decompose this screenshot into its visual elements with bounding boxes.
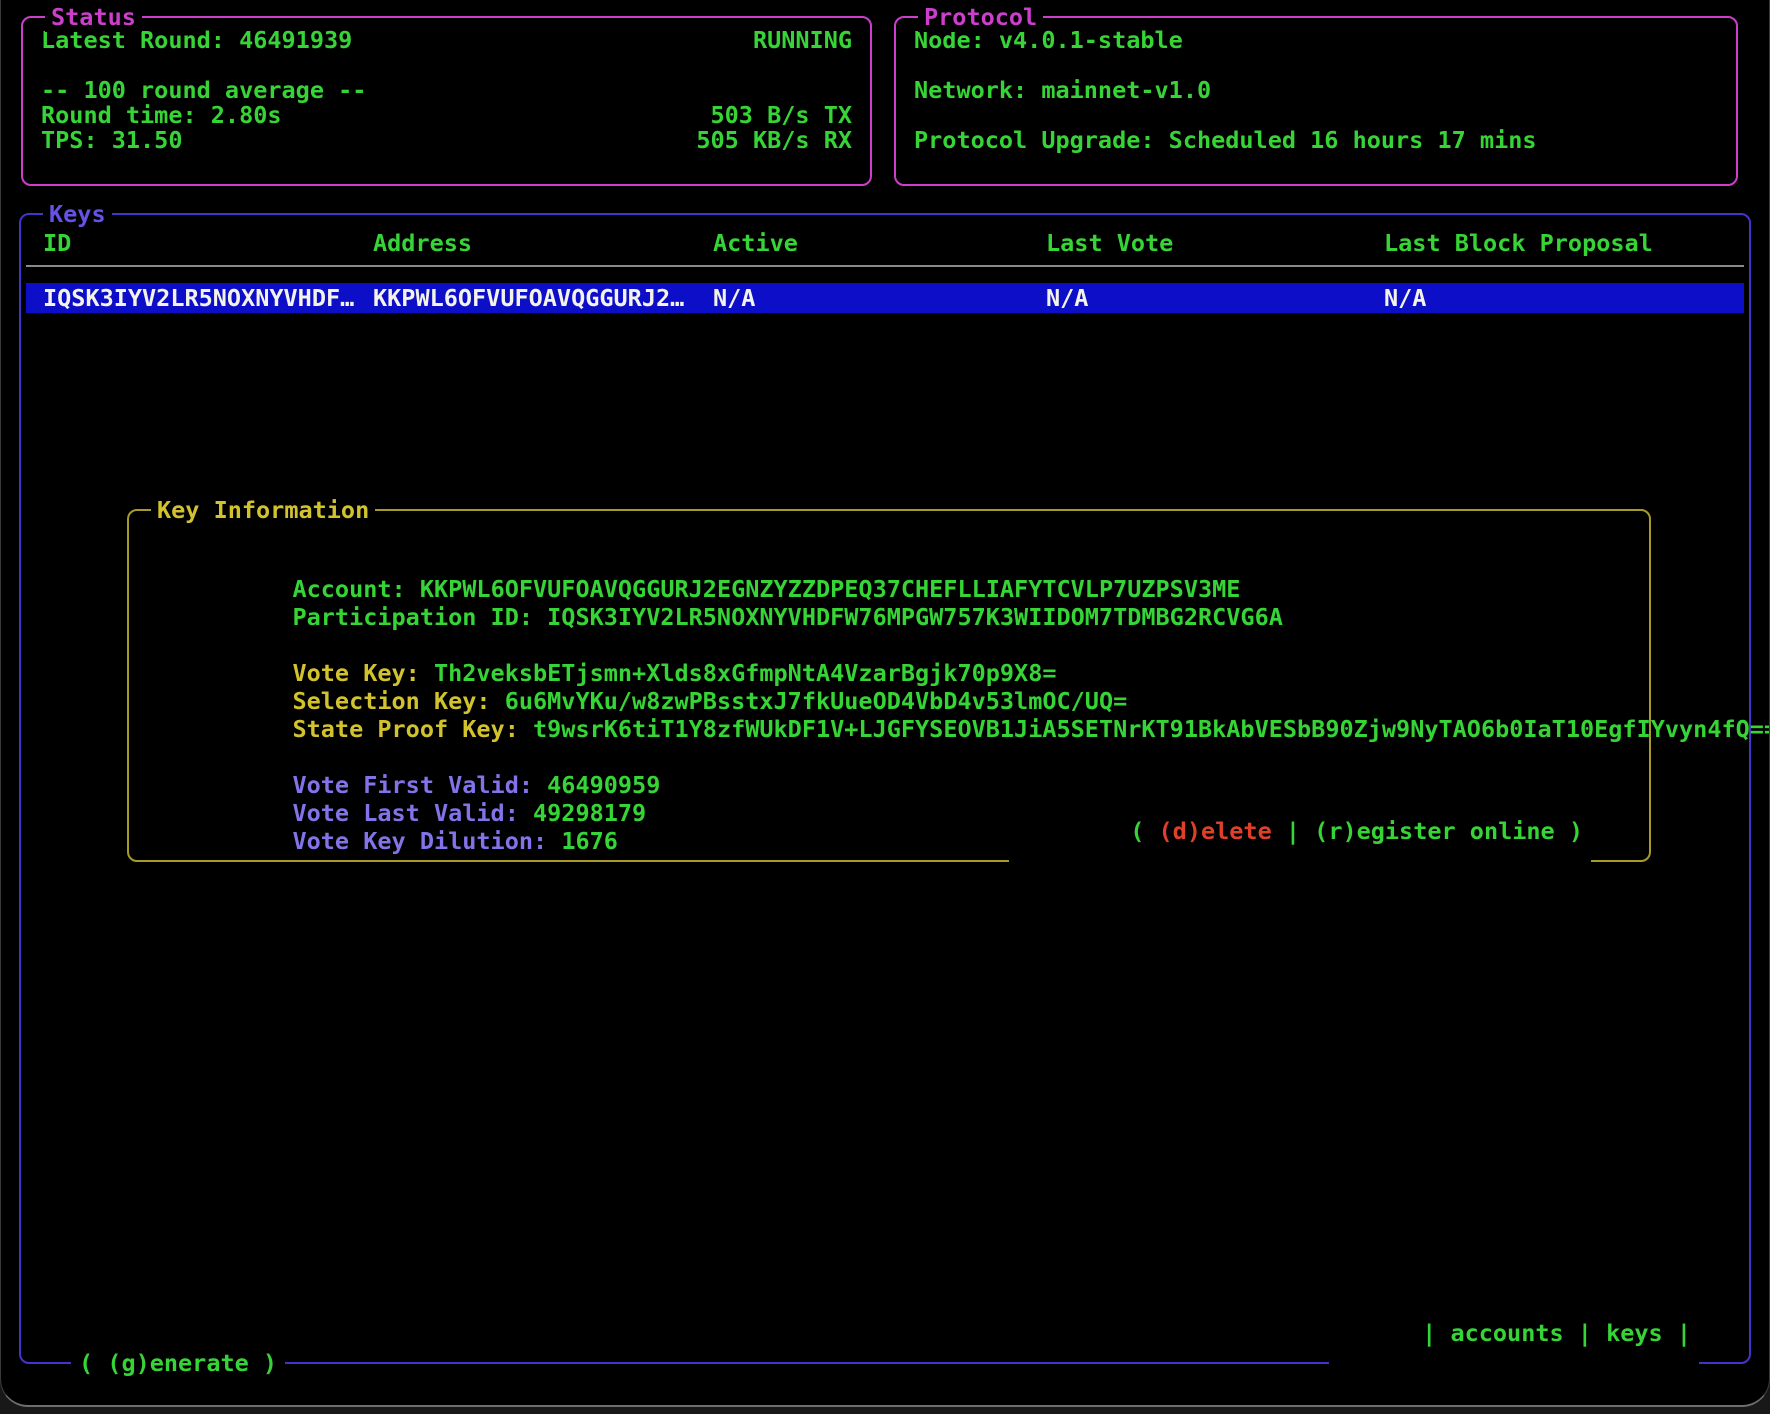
account-value: KKPWL6OFVUFOAVQGGURJ2EGNZYZZDPEQ37CHEFLL…: [420, 575, 1241, 603]
row-cell-last-vote: N/A: [1046, 285, 1384, 311]
key-table-row-selected[interactable]: IQSK3IYV2LR5NOXNYVHDF… KKPWL6OFVUFOAVQGG…: [26, 283, 1744, 313]
keys-tab[interactable]: keys: [1606, 1319, 1663, 1347]
selection-key-value: 6u6MvYKu/w8zwPBsstxJ7fkUueOD4VbD4v53lmOC…: [505, 687, 1128, 715]
status-spacer: [41, 53, 852, 78]
accounts-tab[interactable]: accounts: [1450, 1319, 1563, 1347]
protocol-panel: Protocol Node: v4.0.1-stable Network: ma…: [894, 16, 1738, 186]
column-header-last-block-proposal: Last Block Proposal: [1384, 230, 1745, 256]
keys-panel: Keys ID Address Active Last Vote Last Bl…: [19, 213, 1751, 1364]
table-separator: [26, 265, 1744, 267]
keys-table-header: ID Address Active Last Vote Last Block P…: [21, 215, 1749, 256]
actions-open-paren: (: [1130, 817, 1158, 845]
tabs-separator-pipe: |: [1564, 1319, 1606, 1347]
tps-text: TPS: 31.50: [41, 128, 182, 153]
status-panel: Status Latest Round: 46491939 RUNNING --…: [21, 16, 872, 186]
node-running-status: RUNNING: [753, 28, 852, 53]
participation-id-label: Participation ID:: [292, 603, 547, 631]
view-tabs: | accounts | keys |: [1329, 1288, 1699, 1378]
actions-separator: |: [1272, 817, 1314, 845]
tx-rate-text: 503 B/s TX: [711, 103, 852, 128]
column-header-id: ID: [43, 230, 373, 256]
delete-action[interactable]: (d)elete: [1159, 817, 1272, 845]
tabs-close-pipe: |: [1663, 1319, 1691, 1347]
generate-action[interactable]: ( (g)enerate ): [71, 1348, 285, 1378]
vote-first-valid-value: 46490959: [547, 771, 660, 799]
network-text: Network: mainnet-v1.0: [914, 78, 1211, 103]
selection-key-label: Selection Key:: [292, 687, 504, 715]
protocol-upgrade-text: Protocol Upgrade: Scheduled 16 hours 17 …: [914, 128, 1537, 153]
terminal-window: Status Latest Round: 46491939 RUNNING --…: [0, 0, 1770, 1407]
rx-rate-text: 505 KB/s RX: [696, 128, 852, 153]
protocol-panel-title: Protocol: [918, 2, 1043, 32]
keys-panel-title: Keys: [43, 199, 112, 229]
column-header-last-vote: Last Vote: [1046, 230, 1384, 256]
protocol-spacer: [914, 53, 1718, 78]
vote-first-valid-label: Vote First Valid:: [292, 771, 547, 799]
account-label: Account:: [292, 575, 419, 603]
state-proof-key-value: t9wsrK6tiT1Y8zfWUkDF1V+LJGFYSEOVB1JiA5SE…: [533, 715, 1770, 743]
vote-key-dilution-label: Vote Key Dilution:: [292, 827, 561, 855]
round-average-header: -- 100 round average --: [41, 78, 366, 103]
row-cell-id: IQSK3IYV2LR5NOXNYVHDF…: [43, 285, 373, 311]
protocol-spacer: [914, 103, 1718, 128]
row-cell-last-block-proposal: N/A: [1384, 285, 1744, 311]
vote-key-value: Th2veksbETjsmn+Xlds8xGfmpNtA4VzarBgjk70p…: [434, 659, 1057, 687]
vote-key-dilution-value: 1676: [561, 827, 618, 855]
participation-id-value: IQSK3IYV2LR5NOXNYVHDFW76MPGW757K3WIIDOM7…: [547, 603, 1283, 631]
state-proof-key-label: State Proof Key:: [292, 715, 533, 743]
key-information-panel: Key Information Account: KKPWL6OFVUFOAVQ…: [127, 509, 1651, 862]
key-information-title: Key Information: [151, 495, 375, 525]
register-online-action[interactable]: (r)egister online: [1314, 817, 1555, 845]
vote-last-valid-label: Vote Last Valid:: [292, 799, 533, 827]
key-info-actions: ( (d)elete | (r)egister online ): [1009, 786, 1591, 876]
column-header-address: Address: [373, 230, 713, 256]
status-panel-title: Status: [45, 2, 142, 32]
round-time-text: Round time: 2.80s: [41, 103, 282, 128]
actions-close-paren: ): [1555, 817, 1583, 845]
vote-key-label: Vote Key:: [292, 659, 433, 687]
row-cell-active: N/A: [713, 285, 1046, 311]
row-cell-address: KKPWL6OFVUFOAVQGGURJ2…: [373, 285, 713, 311]
tabs-open-pipe: |: [1422, 1319, 1450, 1347]
vote-last-valid-value: 49298179: [533, 799, 646, 827]
column-header-active: Active: [713, 230, 1046, 256]
